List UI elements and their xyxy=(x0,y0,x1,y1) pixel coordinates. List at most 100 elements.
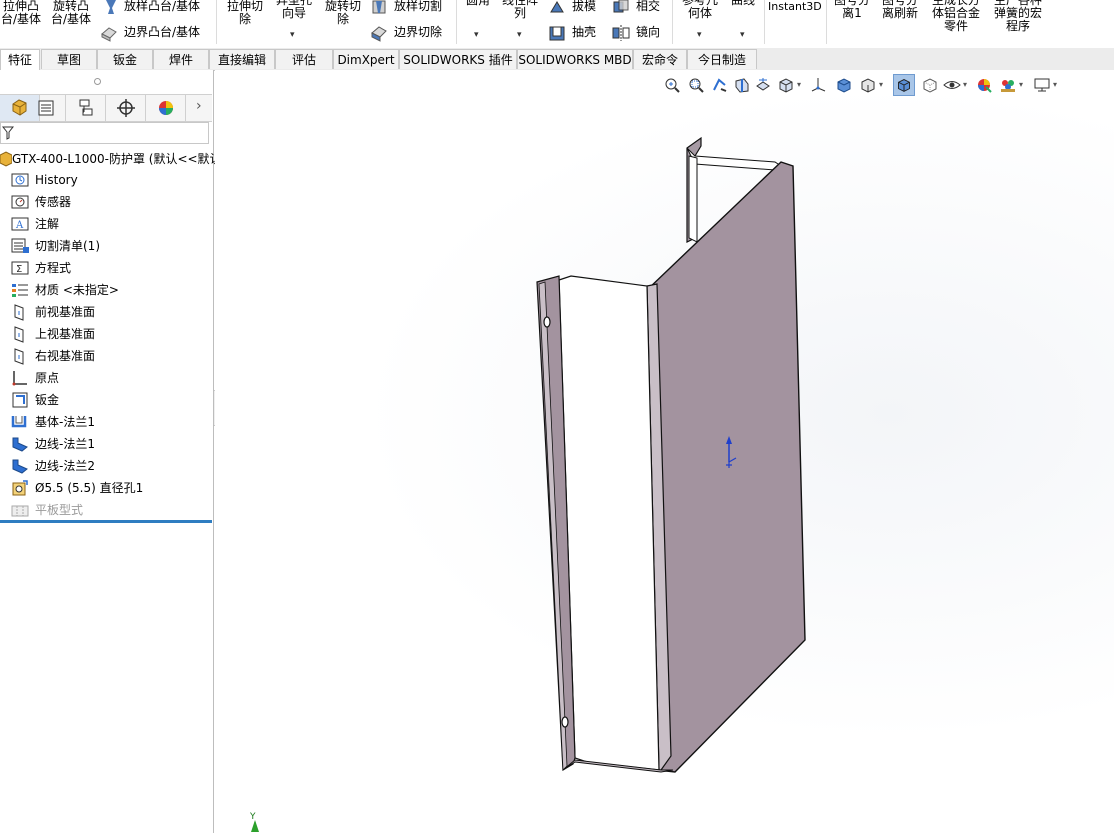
ribbon-divider xyxy=(672,0,673,44)
tab-dimxpert[interactable]: DimXpert xyxy=(333,49,399,69)
tree-item-label: 基体-法兰1 xyxy=(35,415,95,429)
draft-label: 拔模 xyxy=(572,0,597,13)
instant3d-button[interactable]: Instant3D xyxy=(768,0,822,13)
tree-item-label: 原点 xyxy=(35,371,60,385)
edge-flange-icon xyxy=(12,437,28,452)
edge-flange-icon xyxy=(12,459,28,474)
mirror-button[interactable]: 镜向 xyxy=(636,26,660,39)
reference-geometry-button[interactable]: 参考几 何体 xyxy=(676,0,724,20)
feature-manager-panel: › GTX-400-L1000-防护罩 (默认<<默认 History 传感器 … xyxy=(0,70,222,833)
chevron-right-icon[interactable]: › xyxy=(196,98,202,114)
panel-drag-handle[interactable] xyxy=(94,78,101,85)
curves-dropdown-icon[interactable]: ▾ xyxy=(740,30,745,40)
command-manager-tabs: 特征 草图 钣金 焊件 直接编辑 评估 DimXpert SOLIDWORKS … xyxy=(0,48,1114,71)
curves-button[interactable]: 曲线 xyxy=(726,0,760,7)
tab-evaluate[interactable]: 评估 xyxy=(275,49,333,69)
panel-tab-strip: › xyxy=(0,94,212,122)
sheet-metal-guard-model[interactable] xyxy=(215,70,1114,833)
draft-icon xyxy=(550,1,564,13)
tree-item-label: Ø5.5 (5.5) 直径孔1 xyxy=(35,481,144,495)
curves-label: 曲线 xyxy=(730,0,755,7)
draft-button[interactable]: 拔模 xyxy=(572,0,596,13)
flat-pattern-icon xyxy=(11,505,29,517)
plane-icon xyxy=(14,348,24,365)
fillet-label: 圆角 xyxy=(465,0,490,7)
fillet-button[interactable]: 圆角 xyxy=(460,0,496,7)
tree-item-label: 右视基准面 xyxy=(35,349,96,363)
tab-weldments[interactable]: 焊件 xyxy=(153,49,209,69)
filter-icon xyxy=(2,126,14,140)
shell-button[interactable]: 抽壳 xyxy=(572,26,596,39)
history-icon xyxy=(11,173,29,187)
mounting-hole-top xyxy=(543,316,551,328)
tree-item-label: History xyxy=(35,173,78,187)
loft-cut-button[interactable]: 放样切割 xyxy=(394,0,442,13)
linear-pattern-dropdown-icon[interactable]: ▾ xyxy=(517,30,522,40)
tab-sheet-metal[interactable]: 钣金 xyxy=(97,49,153,69)
ribbon-divider xyxy=(216,0,217,44)
hole-wizard-button[interactable]: 异型孔 向导 xyxy=(272,0,316,20)
intersect-icon xyxy=(613,0,629,13)
macro-aluminum-cuboid-button[interactable]: 生成长方 体铝合金 零件 xyxy=(926,0,986,33)
boundary-cut-icon xyxy=(371,26,387,42)
property-list-icon xyxy=(38,100,54,116)
part-icon xyxy=(0,151,12,167)
macro-drawing-split-refresh-label: 图号分 离刷新 xyxy=(881,0,918,20)
reference-geometry-dropdown-icon[interactable]: ▾ xyxy=(697,30,702,40)
boundary-cut-label: 边界切除 xyxy=(394,25,443,39)
extrude-boss-button[interactable]: 拉伸凸 台/基体 xyxy=(0,0,42,26)
ribbon-divider xyxy=(456,0,457,44)
back-top-edge xyxy=(686,147,782,171)
intersect-label: 相交 xyxy=(636,0,661,13)
tab-direct-editing[interactable]: 直接编辑 xyxy=(209,49,275,69)
tree-filter-field[interactable] xyxy=(0,122,209,144)
mirror-icon xyxy=(612,25,630,41)
extrude-cut-button[interactable]: 拉伸切 除 xyxy=(222,0,268,26)
crosshair-icon xyxy=(117,99,135,117)
sheet-metal-icon xyxy=(12,392,28,408)
tab-today-manufacturing[interactable]: 今日制造 xyxy=(687,49,757,69)
macro-spring-button[interactable]: 生产各种 弹簧的宏 程序 xyxy=(988,0,1048,33)
loft-boss-button[interactable]: 放样凸台/基体 xyxy=(124,0,200,13)
loft-boss-icon xyxy=(106,0,116,14)
tab-solidworks-addins[interactable]: SOLIDWORKS 插件 xyxy=(399,49,517,69)
revolve-cut-button[interactable]: 旋转切 除 xyxy=(320,0,366,26)
rollback-bar[interactable] xyxy=(0,520,212,523)
fillet-dropdown-icon[interactable]: ▾ xyxy=(474,30,479,40)
equation-icon: Σ xyxy=(11,261,29,275)
macro-drawing-split-refresh-button[interactable]: 图号分 离刷新 xyxy=(878,0,922,20)
configuration-manager-tab[interactable] xyxy=(66,95,106,121)
tab-features[interactable]: 特征 xyxy=(0,49,40,70)
linear-pattern-label: 线性阵 列 xyxy=(501,0,538,20)
material-icon xyxy=(12,284,28,297)
macro-drawing-split-1-button[interactable]: 图号分 离1 xyxy=(830,0,874,20)
reference-geometry-label: 参考几 何体 xyxy=(681,0,718,20)
tree-root-label: GTX-400-L1000-防护罩 (默认<<默认 xyxy=(12,152,222,166)
configuration-icon xyxy=(79,99,93,116)
svg-text:A: A xyxy=(15,220,24,231)
tree-item-label: 方程式 xyxy=(35,261,72,275)
revolve-boss-label: 旋转凸 台/基体 xyxy=(50,0,92,26)
tab-sketch[interactable]: 草图 xyxy=(41,49,97,69)
cut-list-icon xyxy=(11,238,29,253)
linear-pattern-button[interactable]: 线性阵 列 xyxy=(498,0,542,20)
tree-item-label: 前视基准面 xyxy=(35,305,96,319)
boundary-boss-button[interactable]: 边界凸台/基体 xyxy=(124,26,200,39)
tree-item-label: 传感器 xyxy=(35,195,72,209)
hole-wizard-dropdown-icon[interactable]: ▾ xyxy=(290,30,295,40)
property-manager-tab[interactable] xyxy=(26,95,66,121)
revolve-boss-button[interactable]: 旋转凸 台/基体 xyxy=(48,0,94,26)
display-manager-tab[interactable] xyxy=(146,95,186,121)
tab-solidworks-mbd[interactable]: SOLIDWORKS MBD xyxy=(517,49,633,69)
macro-drawing-split-1-label: 图号分 离1 xyxy=(833,0,870,20)
mirror-label: 镜向 xyxy=(636,25,661,39)
boundary-cut-button[interactable]: 边界切除 xyxy=(394,26,442,39)
annotation-icon: A xyxy=(11,217,29,231)
front-inner-face xyxy=(558,275,660,771)
graphics-viewport[interactable]: ▾ ▾ ▾ ▾ ▾ Y xyxy=(215,70,1114,833)
tab-macros[interactable]: 宏命令 xyxy=(633,49,687,69)
dimxpert-manager-tab[interactable] xyxy=(106,95,146,121)
intersect-button[interactable]: 相交 xyxy=(636,0,660,13)
plane-icon xyxy=(14,326,24,343)
hole-wizard-label: 异型孔 向导 xyxy=(275,0,312,20)
